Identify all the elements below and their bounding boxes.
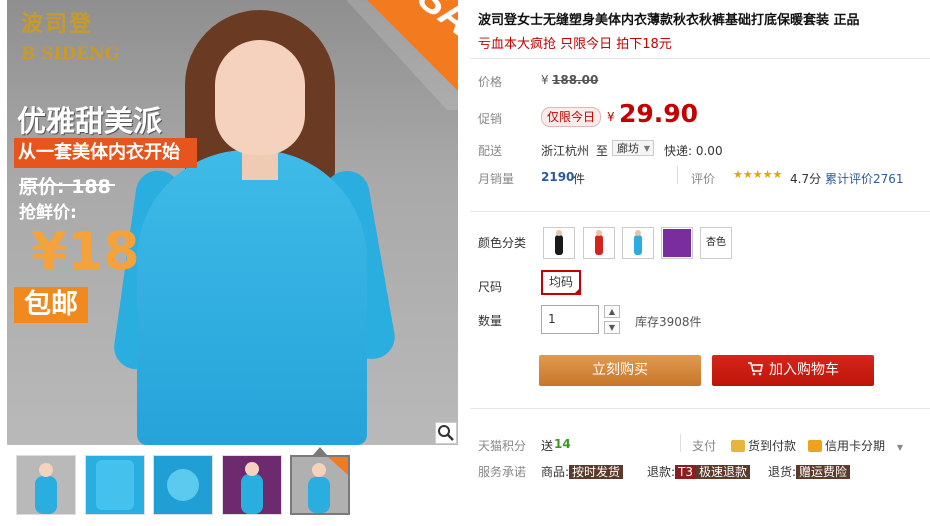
quantity-increase-button[interactable]: ▲ bbox=[604, 305, 620, 318]
model-body-blue-top bbox=[137, 150, 367, 445]
service-goods: 商品: 按时发货 bbox=[541, 463, 624, 480]
divider-mid bbox=[470, 211, 930, 212]
thumbnail-active-indicator bbox=[313, 447, 327, 455]
promo-free-shipping: 包邮 bbox=[14, 287, 88, 323]
delivery-fee: 快递: 0.00 bbox=[664, 144, 723, 158]
payment-cod: 货到付款 bbox=[731, 437, 796, 454]
monthly-sales-value: 2190 bbox=[541, 170, 575, 184]
quantity-decrease-button[interactable]: ▼ bbox=[604, 321, 620, 334]
rating-label: 评价 bbox=[691, 172, 716, 186]
color-option-purple[interactable] bbox=[661, 227, 693, 259]
service-refund-prefix: T3 bbox=[675, 465, 697, 479]
promo-deal-label: 抢鲜价: bbox=[19, 203, 77, 223]
points-label: 天猫积分 bbox=[478, 439, 527, 453]
product-title: 波司登女士无缝塑身美体内衣薄款秋衣秋裤基础打底保暖套装 正品 bbox=[478, 13, 860, 28]
delivery-label: 配送 bbox=[478, 144, 503, 158]
add-to-cart-button[interactable]: 加入购物车 bbox=[712, 355, 874, 386]
monthly-sales-unit: 件 bbox=[573, 172, 586, 186]
promo-price-currency: ¥ bbox=[607, 110, 615, 124]
add-to-cart-label: 加入购物车 bbox=[769, 362, 839, 378]
strike-line bbox=[19, 184, 115, 186]
thumbnail-5[interactable] bbox=[290, 455, 350, 515]
color-option-blue[interactable] bbox=[622, 227, 654, 259]
points-value: 14 bbox=[554, 437, 571, 451]
service-return: 退货: 赠运费险 bbox=[768, 463, 851, 480]
stat-divider bbox=[677, 166, 678, 184]
cart-icon bbox=[747, 355, 763, 386]
points-divider bbox=[680, 434, 681, 452]
points-text: 送 bbox=[541, 439, 554, 453]
color-label: 颜色分类 bbox=[478, 236, 527, 250]
payment-credit[interactable]: 信用卡分期 ▼ bbox=[808, 437, 903, 454]
stock-count: 库存3908件 bbox=[635, 315, 702, 329]
service-refund-label: 退款: bbox=[647, 465, 676, 479]
buy-now-button[interactable]: 立刻购买 bbox=[539, 355, 701, 386]
list-price-value: 188.00 bbox=[552, 73, 599, 87]
model-face bbox=[215, 40, 305, 155]
selected-check-icon bbox=[573, 287, 581, 295]
thumbnail-2[interactable] bbox=[85, 455, 145, 515]
size-label: 尺码 bbox=[478, 280, 503, 294]
magnifier-icon[interactable] bbox=[435, 422, 457, 444]
promo-price-value: 29.90 bbox=[619, 99, 699, 128]
service-goods-tag: 按时发货 bbox=[569, 465, 624, 479]
limited-today-badge: 仅限今日 bbox=[541, 107, 602, 127]
promo-headline: 优雅甜美派 bbox=[17, 104, 163, 138]
promo-tagline: 从一套美体内衣开始 bbox=[14, 138, 197, 168]
service-goods-label: 商品: bbox=[541, 465, 570, 479]
payment-cod-text: 货到付款 bbox=[748, 439, 797, 453]
service-return-label: 退货: bbox=[768, 465, 797, 479]
quantity-input[interactable]: 1 bbox=[541, 305, 599, 334]
delivery-to-word: 至 bbox=[596, 144, 609, 158]
credit-card-icon bbox=[808, 440, 822, 452]
divider-bottom bbox=[470, 408, 930, 409]
quantity-label: 数量 bbox=[478, 314, 503, 328]
delivery-destination-select[interactable]: 廊坊 ▼ bbox=[612, 140, 654, 156]
divider-top bbox=[470, 58, 930, 59]
service-return-tag: 赠运费险 bbox=[796, 465, 851, 479]
list-price-currency: ¥ bbox=[541, 73, 549, 87]
rating-stars-icon: ★★★★★ bbox=[733, 168, 783, 181]
brand-logo-en: B SIDENG bbox=[21, 44, 120, 64]
delivery-destination-value: 廊坊 bbox=[617, 142, 639, 155]
list-price-label: 价格 bbox=[478, 75, 503, 89]
chevron-down-icon: ▼ bbox=[896, 443, 903, 452]
promo-original-text: 原价: 188 bbox=[19, 176, 111, 198]
review-count-link[interactable]: 累计评价2761 bbox=[825, 170, 904, 187]
promo-price-label: 促销 bbox=[478, 112, 503, 126]
color-option-red[interactable] bbox=[583, 227, 615, 259]
service-label: 服务承诺 bbox=[478, 465, 527, 479]
color-option-black[interactable] bbox=[543, 227, 575, 259]
monthly-sales-label: 月销量 bbox=[478, 172, 515, 186]
cash-icon bbox=[731, 440, 745, 452]
chevron-down-icon: ▼ bbox=[643, 144, 650, 153]
rating-score: 4.7分 bbox=[790, 172, 822, 186]
delivery-origin: 浙江杭州 bbox=[541, 144, 590, 158]
product-subtitle: 亏血本大疯抢 只限今日 拍下18元 bbox=[478, 37, 672, 52]
thumbnail-1[interactable] bbox=[16, 455, 76, 515]
thumbnail-4[interactable] bbox=[222, 455, 282, 515]
main-product-image[interactable]: 波司登 B SIDENG SALE 优雅甜美派 从一套美体内衣开始 原价: 18… bbox=[7, 0, 458, 445]
payment-credit-text: 信用卡分期 bbox=[825, 439, 886, 453]
size-option-one-size[interactable]: 均码 bbox=[541, 270, 581, 295]
promo-original-price: 原价: 188 bbox=[19, 172, 115, 199]
service-refund: 退款: T3 极速退款 bbox=[647, 463, 751, 480]
brand-logo-cn: 波司登 bbox=[21, 11, 94, 37]
thumbnail-3[interactable] bbox=[153, 455, 213, 515]
color-option-apricot[interactable]: 杏色 bbox=[700, 227, 732, 259]
promo-deal-price: ¥18 bbox=[31, 222, 140, 282]
payment-label: 支付 bbox=[692, 439, 717, 453]
size-option-text: 均码 bbox=[548, 275, 573, 289]
service-refund-tag: 极速退款 bbox=[696, 465, 751, 479]
sale-ribbon: SALE bbox=[346, 0, 458, 110]
